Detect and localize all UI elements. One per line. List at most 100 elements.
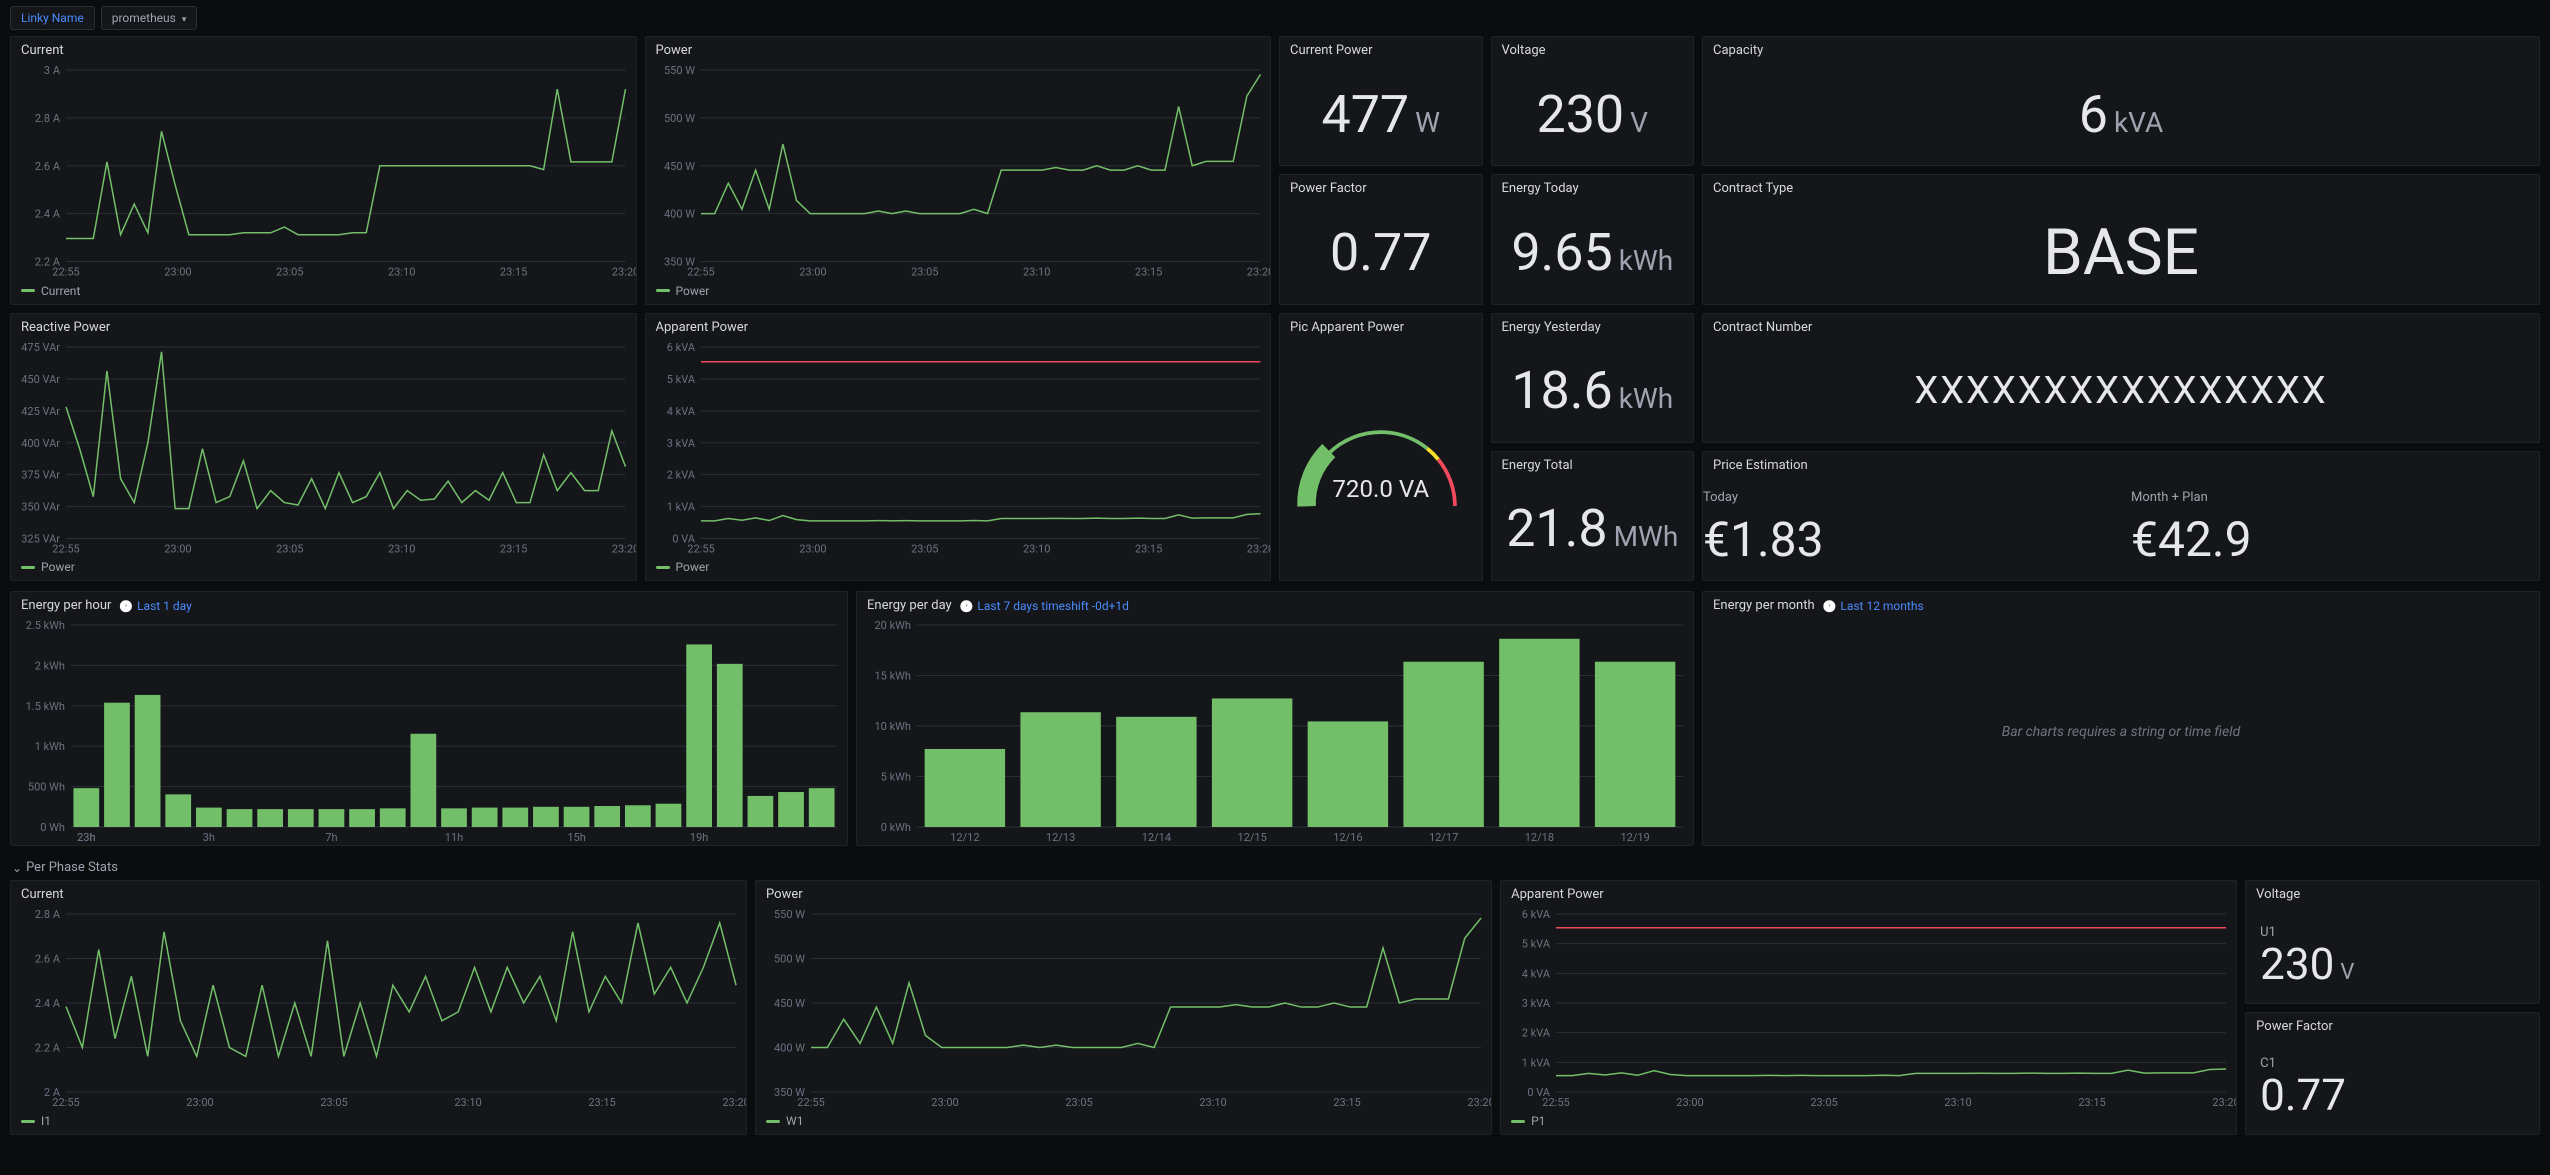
svg-text:400 VAr: 400 VAr — [21, 436, 60, 449]
panel-phase-power[interactable]: Power 350 W400 W450 W500 W550 W22:5523:0… — [755, 880, 1492, 1135]
svg-text:23:10: 23:10 — [1022, 266, 1049, 279]
svg-text:350 VAr: 350 VAr — [21, 500, 60, 513]
svg-text:450 W: 450 W — [663, 160, 694, 173]
svg-text:6 kVA: 6 kVA — [666, 341, 695, 354]
svg-text:2.5 kWh: 2.5 kWh — [26, 619, 65, 632]
stat-unit: W — [1415, 109, 1440, 137]
svg-text:23:20: 23:20 — [612, 542, 636, 555]
panel-reactive-ts[interactable]: Reactive Power 325 VAr350 VAr375 VAr400 … — [10, 313, 637, 582]
svg-text:22:55: 22:55 — [1542, 1096, 1569, 1109]
datasource-select[interactable]: prometheus — [101, 6, 198, 30]
svg-text:4 kVA: 4 kVA — [666, 404, 695, 417]
svg-text:12/17: 12/17 — [1429, 831, 1458, 844]
panel-energy-today[interactable]: Energy Today 9.65kWh — [1491, 174, 1695, 304]
panel-price-estimation[interactable]: Price Estimation Today €1.83 Month + Pla… — [1702, 451, 2540, 581]
svg-text:5 kVA: 5 kVA — [1522, 938, 1551, 951]
svg-text:1 kWh: 1 kWh — [35, 740, 65, 753]
svg-text:475 VAr: 475 VAr — [21, 341, 60, 354]
panel-current-ts[interactable]: Current 2.2 A2.4 A2.6 A2.8 A3 A22:5523:0… — [10, 36, 637, 305]
svg-text:2.4 A: 2.4 A — [35, 208, 61, 221]
chart-energy-day: 0 kWh5 kWh10 kWh15 kWh20 kWh12/1212/1312… — [857, 619, 1693, 845]
svg-text:23:15: 23:15 — [1333, 1096, 1360, 1109]
svg-text:23:20: 23:20 — [1246, 542, 1270, 555]
panel-pic-apparent[interactable]: Pic Apparent Power 720.0 VA — [1279, 313, 1483, 582]
svg-text:23:05: 23:05 — [911, 266, 938, 279]
svg-text:12/18: 12/18 — [1525, 831, 1554, 844]
svg-text:23:00: 23:00 — [1676, 1096, 1703, 1109]
svg-text:23:05: 23:05 — [276, 266, 303, 279]
svg-text:12/13: 12/13 — [1046, 831, 1075, 844]
svg-text:2.2 A: 2.2 A — [35, 1042, 61, 1055]
svg-text:22:55: 22:55 — [687, 542, 714, 555]
panel-capacity[interactable]: Capacity 6kVA — [1702, 36, 2540, 166]
svg-text:2.6 A: 2.6 A — [35, 160, 61, 173]
panel-apparent-ts[interactable]: Apparent Power 0 VA1 kVA2 kVA3 kVA4 kVA5… — [645, 313, 1272, 582]
svg-text:500 W: 500 W — [663, 112, 694, 125]
panel-phase-voltage[interactable]: Voltage U1 230V — [2245, 880, 2540, 1004]
panel-contract-type[interactable]: Contract Type BASE — [1702, 174, 2540, 304]
svg-text:3 A: 3 A — [44, 64, 61, 77]
svg-text:0 Wh: 0 Wh — [40, 821, 65, 834]
svg-text:2.8 A: 2.8 A — [35, 112, 61, 125]
panel-current-power[interactable]: Current Power 477W — [1279, 36, 1483, 166]
panel-energy-month[interactable]: Energy per month Last 12 months Bar char… — [1702, 591, 2540, 846]
svg-text:23:20: 23:20 — [722, 1096, 746, 1109]
svg-text:6 kVA: 6 kVA — [1522, 908, 1551, 921]
svg-text:22:55: 22:55 — [52, 542, 79, 555]
svg-text:550 W: 550 W — [663, 64, 694, 77]
panel-energy-hour[interactable]: Energy per hour Last 1 day 0 Wh500 Wh1 k… — [10, 591, 848, 846]
panel-phase-apparent[interactable]: Apparent Power 0 VA1 kVA2 kVA3 kVA4 kVA5… — [1500, 880, 2237, 1135]
legend-label: Current — [41, 284, 80, 298]
variable-linky-name[interactable]: Linky Name — [10, 6, 95, 30]
svg-text:23:10: 23:10 — [1022, 542, 1049, 555]
variable-label: Linky Name — [21, 11, 84, 25]
svg-text:0 kWh: 0 kWh — [881, 821, 911, 834]
panel-title: Current — [11, 37, 636, 64]
panel-contract-number[interactable]: Contract Number XXXXXXXXXXXXXXXX — [1702, 313, 2540, 443]
panel-title: Current Power — [1280, 37, 1482, 64]
panel-power-factor[interactable]: Power Factor 0.77 — [1279, 174, 1483, 304]
panel-phase-current[interactable]: Current 2 A2.2 A2.4 A2.6 A2.8 A22:5523:0… — [10, 880, 747, 1135]
panel-energy-day[interactable]: Energy per day Last 7 days timeshift -0d… — [856, 591, 1694, 846]
svg-text:20 kWh: 20 kWh — [875, 619, 912, 632]
svg-text:23:15: 23:15 — [500, 266, 527, 279]
panel-voltage[interactable]: Voltage 230V — [1491, 36, 1695, 166]
panel-power-ts[interactable]: Power 350 W400 W450 W500 W550 W22:5523:0… — [645, 36, 1272, 305]
svg-text:23:20: 23:20 — [2212, 1096, 2236, 1109]
svg-text:23:10: 23:10 — [388, 542, 415, 555]
svg-text:23:10: 23:10 — [1199, 1096, 1226, 1109]
stat-value: 477 — [1321, 89, 1409, 141]
svg-text:12/19: 12/19 — [1620, 831, 1649, 844]
panel-title: Power — [646, 37, 1271, 64]
svg-text:23h: 23h — [77, 831, 95, 844]
svg-text:23:00: 23:00 — [164, 542, 191, 555]
svg-text:500 Wh: 500 Wh — [28, 781, 65, 794]
svg-text:23:00: 23:00 — [164, 266, 191, 279]
svg-text:11h: 11h — [445, 831, 463, 844]
price-today-label: Today — [1703, 490, 1738, 505]
svg-text:22:55: 22:55 — [687, 266, 714, 279]
legend-swatch — [21, 289, 35, 292]
chart-apparent: 0 VA1 kVA2 kVA3 kVA4 kVA5 kVA6 kVA22:552… — [646, 341, 1271, 557]
chart-reactive: 325 VAr350 VAr375 VAr400 VAr425 VAr450 V… — [11, 341, 636, 557]
svg-text:12/14: 12/14 — [1142, 831, 1171, 844]
svg-text:10 kWh: 10 kWh — [875, 720, 912, 733]
svg-text:3 kVA: 3 kVA — [666, 436, 695, 449]
svg-text:1.5 kWh: 1.5 kWh — [26, 700, 65, 713]
panel-energy-yesterday[interactable]: Energy Yesterday 18.6kWh — [1491, 313, 1695, 443]
svg-text:3 kVA: 3 kVA — [1522, 997, 1551, 1010]
panel-energy-total[interactable]: Energy Total 21.8MWh — [1491, 451, 1695, 581]
svg-text:23:15: 23:15 — [500, 542, 527, 555]
svg-text:23:05: 23:05 — [276, 542, 303, 555]
svg-text:23:10: 23:10 — [388, 266, 415, 279]
chart-current: 2.2 A2.4 A2.6 A2.8 A3 A22:5523:0023:0523… — [11, 64, 636, 280]
panel-phase-pf[interactable]: Power Factor C1 0.77 — [2245, 1012, 2540, 1136]
svg-text:23:05: 23:05 — [1810, 1096, 1837, 1109]
svg-text:5 kVA: 5 kVA — [666, 372, 695, 385]
svg-text:23:05: 23:05 — [320, 1096, 347, 1109]
svg-text:15h: 15h — [567, 831, 585, 844]
svg-text:19h: 19h — [690, 831, 708, 844]
row-per-phase-stats[interactable]: Per Phase Stats — [10, 856, 2540, 879]
svg-text:22:55: 22:55 — [52, 266, 79, 279]
chart-energy-hour: 0 Wh500 Wh1 kWh1.5 kWh2 kWh2.5 kWh23h3h7… — [11, 619, 847, 845]
